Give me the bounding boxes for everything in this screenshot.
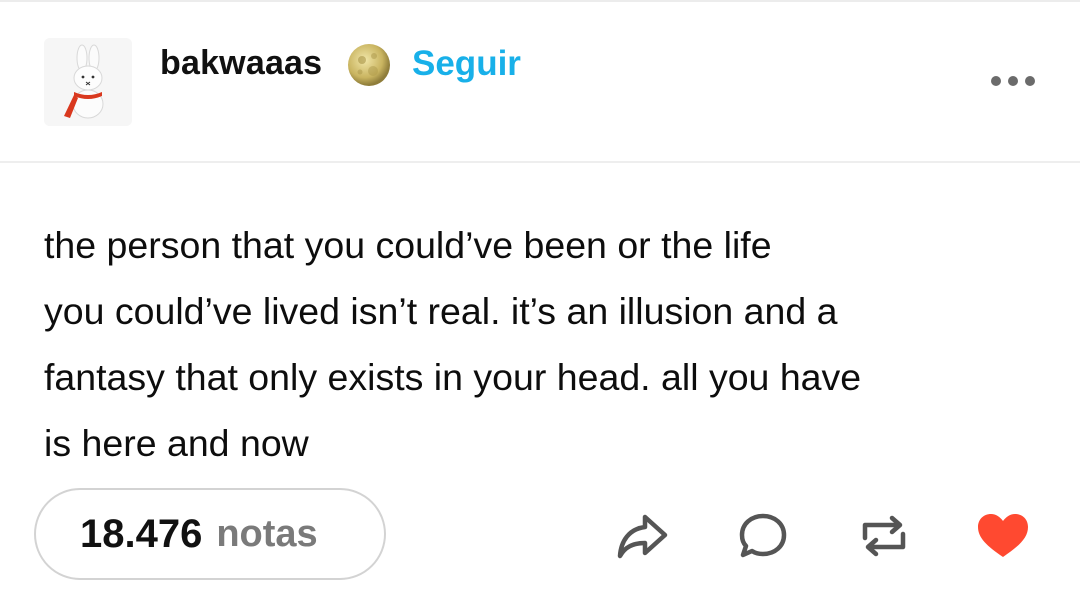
reblog-icon[interactable] (856, 508, 912, 564)
post-text: the person that you could’ve been or the… (44, 224, 862, 464)
notes-button[interactable]: 18.476 notas (34, 488, 386, 580)
heart-icon[interactable] (975, 508, 1031, 564)
notes-label: notas (216, 512, 318, 555)
header-divider (0, 161, 1080, 163)
more-options-icon[interactable] (988, 64, 1040, 98)
post-header: bakwaaas Seguir (0, 0, 1080, 163)
username[interactable]: bakwaaas (160, 44, 322, 83)
bunny-avatar[interactable] (44, 38, 132, 126)
notes-count: 18.476 (80, 511, 203, 556)
moon-icon (346, 42, 392, 88)
reply-icon[interactable] (735, 508, 791, 564)
share-icon[interactable] (614, 508, 670, 564)
bunny-avatar-image (44, 38, 132, 126)
follow-button[interactable]: Seguir (412, 44, 521, 84)
